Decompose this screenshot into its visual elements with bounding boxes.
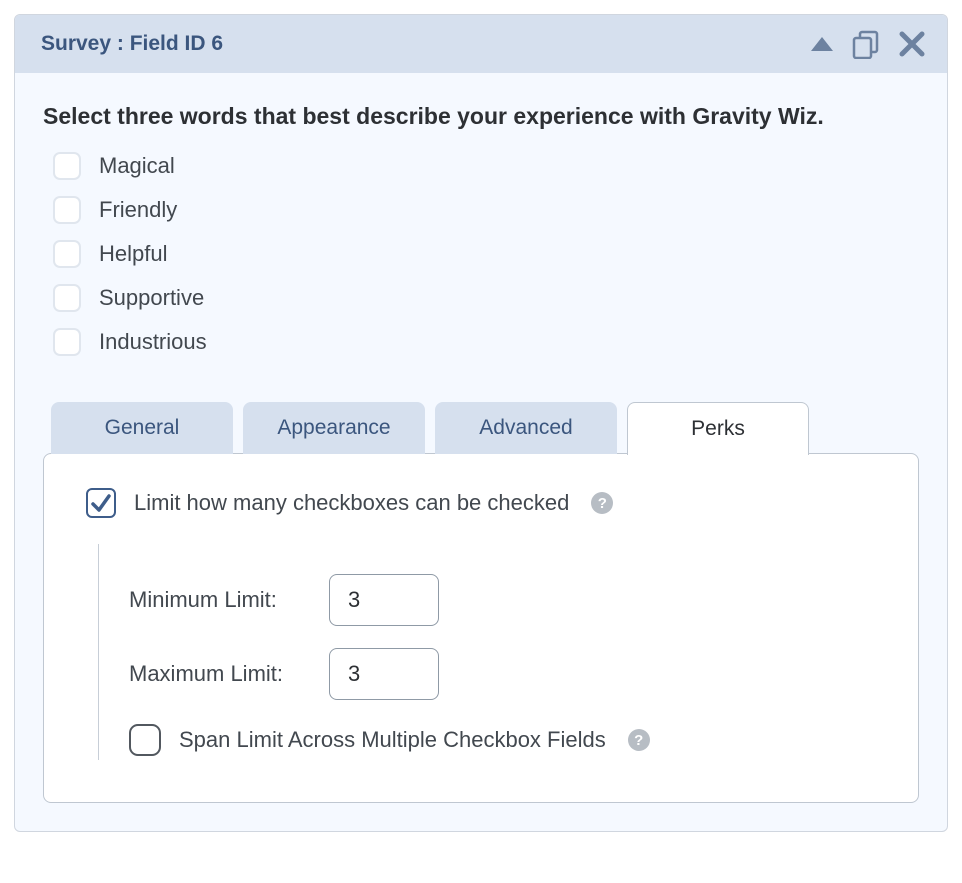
tab-appearance[interactable]: Appearance <box>243 402 425 454</box>
survey-option: Friendly <box>53 196 919 224</box>
option-checkbox[interactable] <box>53 284 81 312</box>
close-icon[interactable] <box>899 31 925 57</box>
span-limit-label: Span Limit Across Multiple Checkbox Fiel… <box>179 727 606 753</box>
limit-enable-checkbox[interactable] <box>86 488 116 518</box>
panel-title: Survey : Field ID 6 <box>41 32 223 56</box>
minimum-limit-input[interactable] <box>329 574 439 626</box>
tab-content-perks: Limit how many checkboxes can be checked… <box>43 453 919 803</box>
field-settings-panel: Survey : Field ID 6 Select three words t… <box>14 14 948 832</box>
option-label: Magical <box>99 153 175 179</box>
maximum-limit-input[interactable] <box>329 648 439 700</box>
limit-checkboxes-toggle: Limit how many checkboxes can be checked… <box>86 488 876 518</box>
maximum-limit-label: Maximum Limit: <box>129 661 309 687</box>
survey-option: Magical <box>53 152 919 180</box>
tab-row: General Appearance Advanced Perks <box>43 402 919 454</box>
minimum-limit-label: Minimum Limit: <box>129 587 309 613</box>
help-icon[interactable]: ? <box>591 492 613 514</box>
option-checkbox[interactable] <box>53 152 81 180</box>
survey-prompt: Select three words that best describe yo… <box>43 103 919 130</box>
maximum-limit-row: Maximum Limit: <box>129 648 876 700</box>
option-label: Friendly <box>99 197 177 223</box>
tab-general[interactable]: General <box>51 402 233 454</box>
option-label: Helpful <box>99 241 167 267</box>
option-checkbox[interactable] <box>53 240 81 268</box>
option-label: Supportive <box>99 285 204 311</box>
survey-option: Helpful <box>53 240 919 268</box>
survey-options: Magical Friendly Helpful Supportive Indu… <box>53 152 919 356</box>
option-label: Industrious <box>99 329 207 355</box>
limit-enable-label: Limit how many checkboxes can be checked <box>134 490 569 516</box>
option-checkbox[interactable] <box>53 328 81 356</box>
limit-options: Minimum Limit: Maximum Limit: Span Limit… <box>98 544 876 760</box>
panel-actions <box>811 29 925 59</box>
tab-area: General Appearance Advanced Perks Limit … <box>43 402 919 803</box>
span-limit-checkbox[interactable] <box>129 724 161 756</box>
minimum-limit-row: Minimum Limit: <box>129 574 876 626</box>
panel-header: Survey : Field ID 6 <box>15 15 947 73</box>
survey-option: Industrious <box>53 328 919 356</box>
help-icon[interactable]: ? <box>628 729 650 751</box>
survey-option: Supportive <box>53 284 919 312</box>
collapse-icon[interactable] <box>811 37 833 51</box>
panel-body: Select three words that best describe yo… <box>15 73 947 831</box>
option-checkbox[interactable] <box>53 196 81 224</box>
span-limit-row: Span Limit Across Multiple Checkbox Fiel… <box>129 724 876 756</box>
duplicate-icon[interactable] <box>851 29 881 59</box>
tab-perks[interactable]: Perks <box>627 402 809 455</box>
tab-advanced[interactable]: Advanced <box>435 402 617 454</box>
